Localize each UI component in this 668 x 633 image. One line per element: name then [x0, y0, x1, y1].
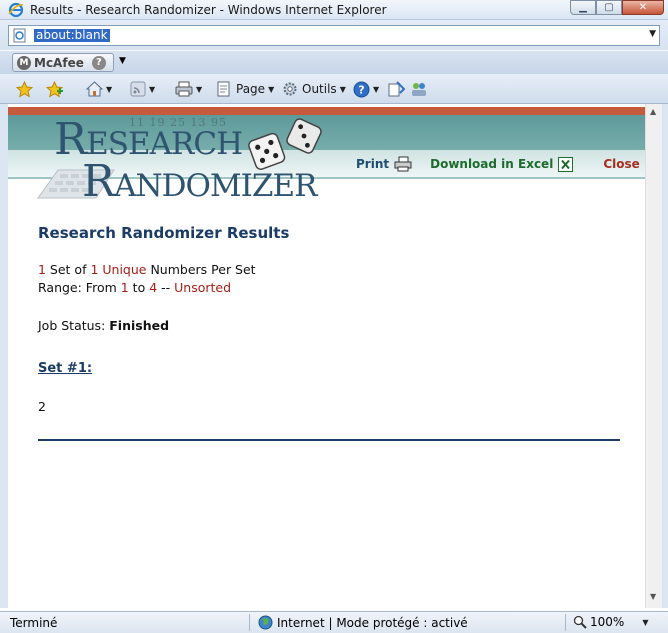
mcafee-button[interactable]: M McAfee ? [12, 53, 114, 72]
command-bar: ▼ ▼ ▼ Page ▼ Outils ▼ ? ▼ [0, 74, 668, 104]
status-separator [249, 614, 250, 631]
favorites-star-icon[interactable] [16, 81, 33, 98]
range-from: 1 [120, 280, 129, 295]
sets-count: 1 [38, 262, 46, 277]
range-prefix: Range: From [38, 280, 121, 295]
research-button[interactable] [388, 81, 405, 97]
close-window-button[interactable]: ✕ [622, 0, 664, 15]
unique-text: Unique [98, 262, 147, 277]
numbers-per-set-text: Numbers Per Set [146, 262, 256, 277]
mcafee-label: McAfee [34, 55, 84, 70]
help-caret-icon: ▼ [373, 85, 380, 94]
close-link[interactable]: Close [603, 156, 645, 172]
job-status-value: Finished [109, 318, 170, 333]
security-zone-text: Internet | Mode protégé : activé [277, 615, 468, 630]
vertical-scrollbar[interactable]: ▲ ▼ [645, 104, 662, 608]
internet-explorer-icon [8, 2, 24, 18]
feeds-button[interactable]: ▼ [130, 81, 155, 97]
mcafee-shield-icon: M [17, 55, 31, 70]
minimize-icon: ▁ [579, 2, 587, 13]
mcafee-menu-caret-icon[interactable]: ▼ [119, 56, 126, 66]
print-caret-icon[interactable]: ▼ [196, 85, 202, 94]
excel-icon [558, 156, 574, 172]
set-1-link[interactable]: Set #1: [38, 361, 92, 376]
mcafee-toolbar: M McAfee ? ▼ [0, 50, 668, 74]
sort-mode: Unsorted [174, 280, 232, 295]
range-summary: Range: From 1 to 4 -- Unsorted [38, 280, 231, 295]
feeds-caret-icon[interactable]: ▼ [149, 85, 155, 94]
zoom-icon [573, 615, 587, 629]
sets-summary: 1 Set of 1 Unique Numbers Per Set [38, 262, 256, 277]
banner-top-stripe [8, 107, 645, 115]
svg-text:?: ? [358, 84, 364, 97]
results-heading: Research Randomizer Results [38, 224, 290, 242]
help-question-icon[interactable]: ? [91, 55, 106, 70]
rss-feed-icon [130, 81, 146, 97]
page-icon [13, 28, 26, 43]
dice-icon [248, 118, 322, 170]
address-url[interactable]: about:blank [34, 29, 110, 42]
tools-menu-label: Outils [302, 82, 337, 96]
window-title: Results - Research Randomizer - Windows … [30, 3, 387, 17]
minimize-button[interactable]: ▁ [570, 0, 596, 15]
window-titlebar: Results - Research Randomizer - Windows … [0, 0, 668, 20]
page-menu-icon [217, 81, 230, 97]
page-content: 11 19 25 13 95 RESEARCH RANDOMIZER Print [8, 104, 645, 608]
zoom-caret-icon[interactable]: ▼ [642, 618, 648, 627]
scroll-up-icon[interactable]: ▲ [650, 107, 656, 116]
range-separator: -- [157, 280, 175, 295]
print-toolbar-button[interactable]: ▼ [175, 81, 202, 97]
help-menu[interactable]: ? ▼ [353, 81, 379, 98]
results-divider [38, 439, 620, 441]
print-icon [394, 156, 412, 172]
messenger-button[interactable] [410, 81, 428, 97]
add-favorites-icon[interactable] [46, 81, 64, 98]
status-text: Terminé [10, 616, 58, 630]
zoom-control[interactable]: 100% ▼ [573, 615, 648, 629]
page-menu[interactable]: Page ▼ [216, 81, 274, 97]
security-zone[interactable]: Internet | Mode protégé : activé [258, 615, 468, 630]
set-of-text: Set of [45, 262, 91, 277]
close-icon: ✕ [638, 2, 648, 13]
zoom-level: 100% [590, 615, 625, 629]
gear-icon [283, 82, 297, 96]
tools-menu[interactable]: Outils ▼ [282, 81, 346, 97]
status-bar: Terminé Internet | Mode protégé : activé… [0, 611, 668, 633]
job-status-label: Job Status: [38, 318, 110, 333]
banner-actions: Print Download in Excel Close [356, 156, 645, 172]
page-caret-icon: ▼ [268, 84, 275, 94]
scroll-down-icon[interactable]: ▼ [650, 592, 656, 601]
home-icon [86, 81, 103, 97]
print-link[interactable]: Print [356, 156, 412, 172]
address-bar[interactable]: about:blank ▼ [8, 25, 660, 46]
close-link-label: Close [603, 157, 640, 171]
help-icon: ? [353, 81, 370, 98]
home-caret-icon[interactable]: ▼ [106, 85, 112, 94]
messenger-icon [412, 83, 426, 96]
maximize-button[interactable]: ▢ [596, 0, 622, 15]
page-menu-label: Page [236, 82, 266, 96]
address-row: about:blank ▼ [0, 20, 668, 50]
download-excel-link[interactable]: Download in Excel [430, 156, 574, 172]
printer-icon [175, 81, 193, 97]
home-button[interactable]: ▼ [86, 81, 112, 97]
address-dropdown-icon[interactable]: ▼ [649, 29, 656, 39]
set-1-values: 2 [38, 399, 46, 414]
frame-right-border [662, 104, 668, 608]
globe-icon [258, 615, 273, 630]
tools-caret-icon: ▼ [339, 84, 346, 94]
download-excel-label: Download in Excel [430, 157, 554, 171]
status-separator-zoom [565, 614, 566, 631]
logo-randomizer-rest: ANDOMIZER [114, 168, 317, 204]
research-icon [388, 81, 405, 97]
job-status: Job Status: Finished [38, 318, 169, 333]
frame-left-border [0, 104, 8, 608]
range-to: 4 [149, 280, 158, 295]
range-to-word: to [128, 280, 150, 295]
print-link-label: Print [356, 157, 390, 171]
logo-randomizer-initial: R [82, 156, 115, 207]
window-controls: ▁ ▢ ✕ [570, 0, 664, 15]
maximize-icon: ▢ [604, 2, 614, 13]
